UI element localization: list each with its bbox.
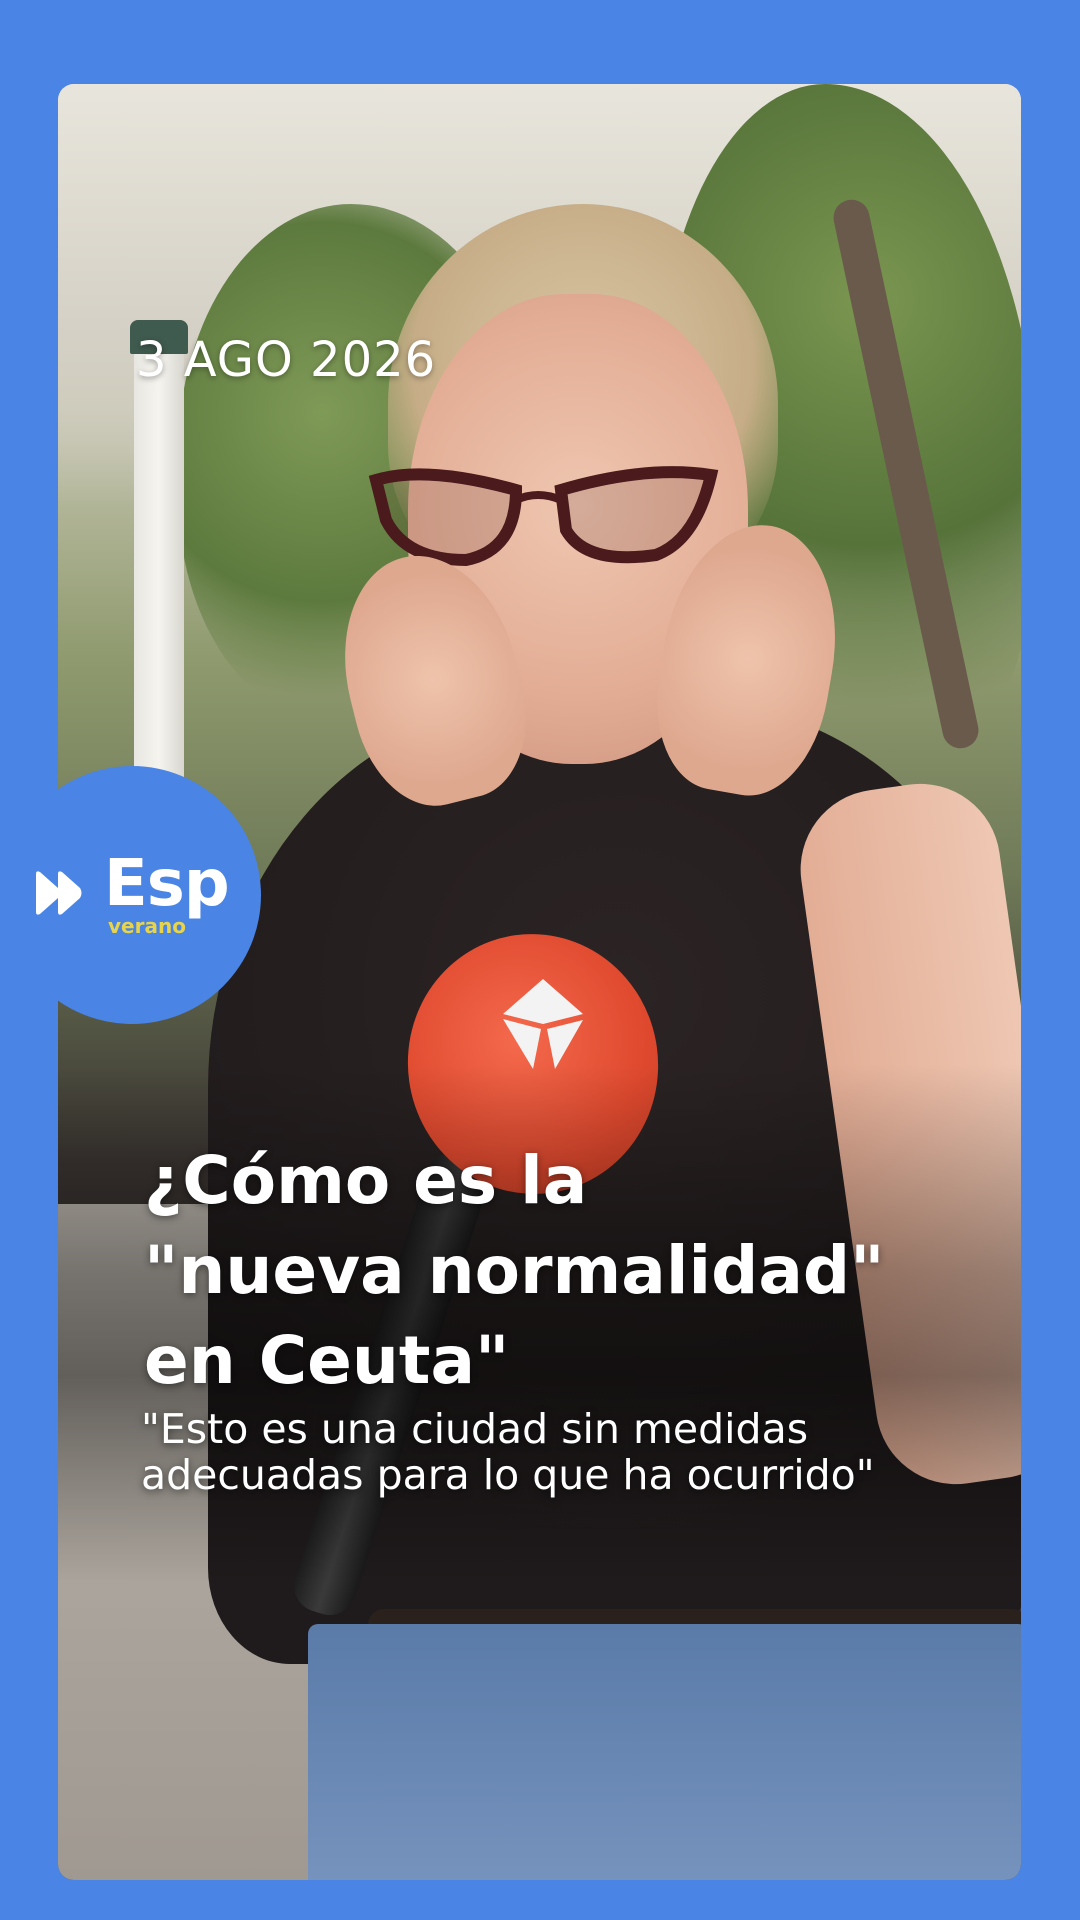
headline-line: ¿Cómo es la bbox=[144, 1142, 588, 1219]
brand-name: Esp bbox=[104, 847, 230, 921]
brand-subtitle: verano bbox=[108, 914, 186, 938]
headline-line: en Ceuta" bbox=[144, 1322, 510, 1399]
double-play-icon bbox=[36, 871, 82, 915]
person-jeans bbox=[308, 1624, 1021, 1880]
quote-line: "Esto es una ciudad sin medidas bbox=[141, 1405, 809, 1453]
story-date: 3 AGO 2026 bbox=[136, 332, 437, 388]
story-quote: "Esto es una ciudad sin medidas adecuada… bbox=[141, 1406, 1021, 1498]
glasses-icon bbox=[368, 466, 719, 567]
headline-line: "nueva normalidad" bbox=[144, 1232, 885, 1309]
quote-line: adecuadas para lo que ha ocurrido" bbox=[141, 1451, 875, 1499]
story-headline: ¿Cómo es la "nueva normalidad" en Ceuta" bbox=[144, 1136, 984, 1406]
